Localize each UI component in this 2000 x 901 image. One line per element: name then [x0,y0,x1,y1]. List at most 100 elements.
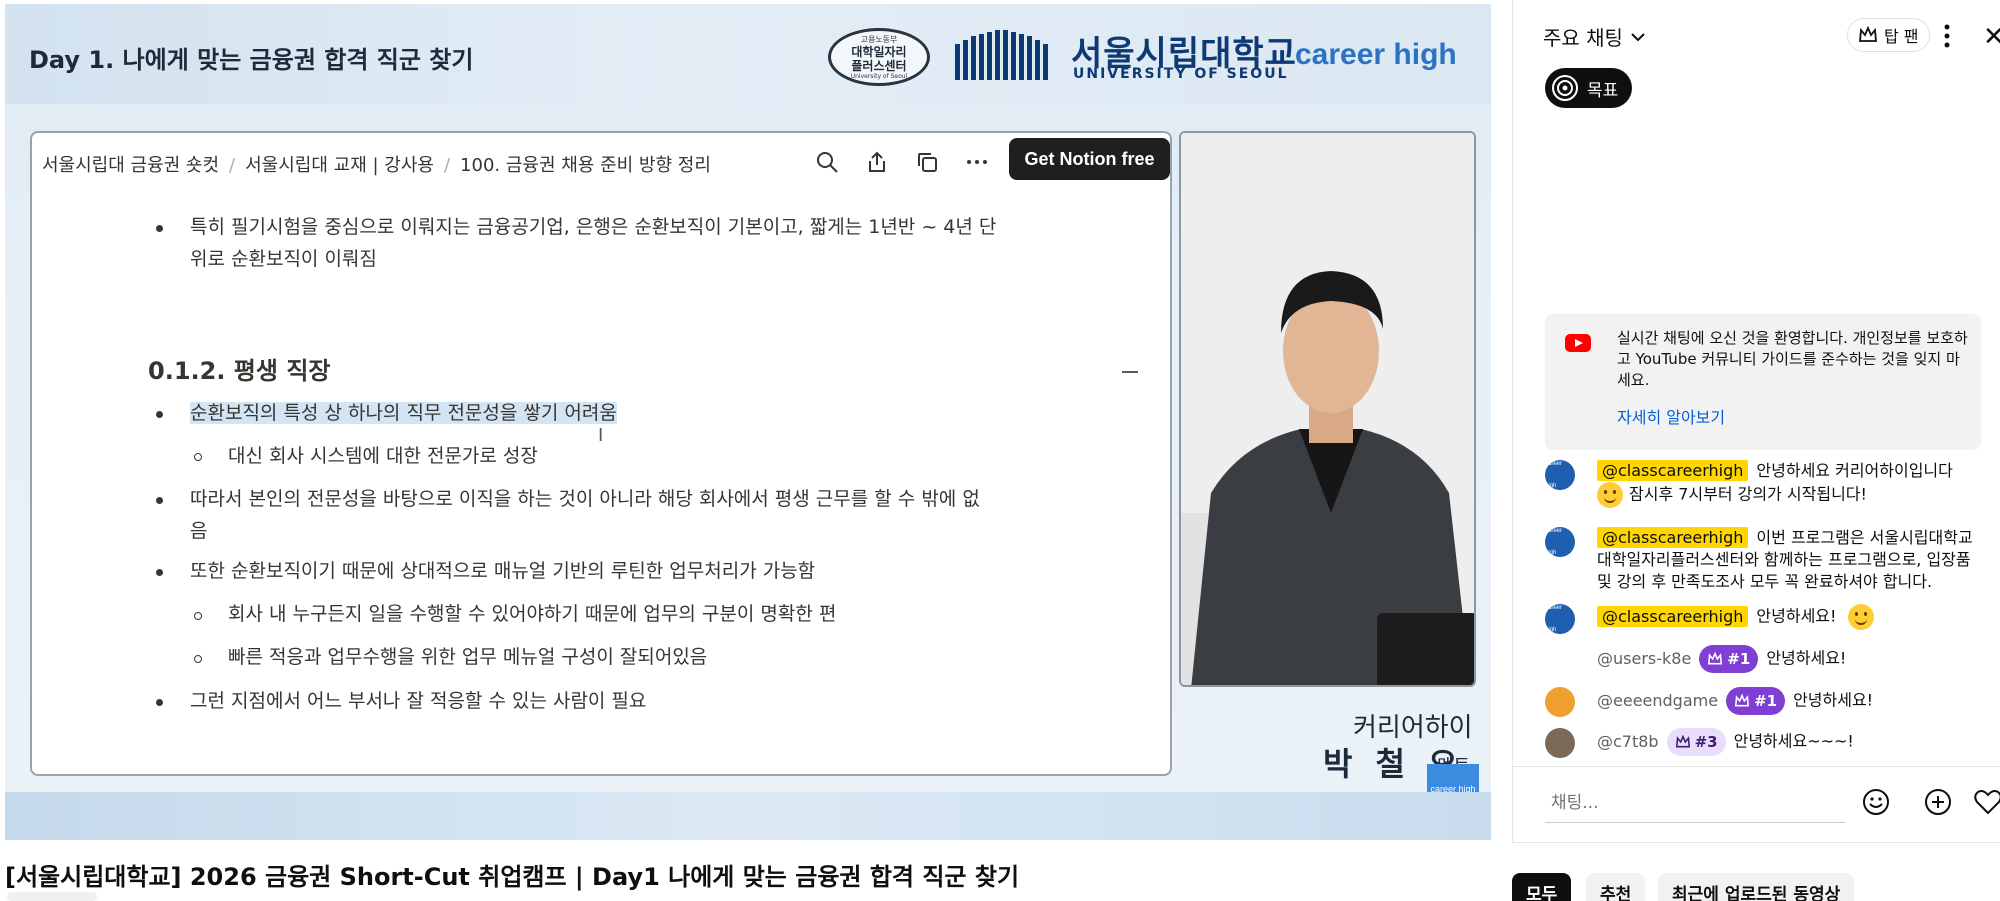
top-fan-rank-badge: #1 [1699,645,1759,673]
top-fan-label: 탑 팬 [1884,27,1919,46]
message-text: 안녕하세요~~~! [1733,731,1854,751]
tab-all[interactable]: 모두 [1512,873,1572,901]
breadcrumb-item[interactable]: 서울시립대 금융권 숏컷 [42,155,219,176]
breadcrumb-separator: / [443,155,451,176]
seal-line-1: 대학일자리 [851,45,907,59]
search-icon[interactable] [810,145,844,179]
bullet-marker [156,225,163,232]
sub-bullet-text: 회사 내 누구든지 일을 수행할 수 있어야하기 때문에 업무의 구분이 명확한… [228,603,837,625]
career-center-seal: 고용노동부 대학일자리 플러스센터 University of Seoul [828,28,930,86]
welcome-text: 실시간 채팅에 오신 것을 환영합니다. 개인정보를 보호하고 YouTube … [1617,329,1968,389]
author-name[interactable]: @eeeendgame [1597,691,1718,710]
banner-title: Day 1. 나에게 맞는 금융권 합격 직군 찾기 [29,46,474,74]
video-banner: Day 1. 나에게 맞는 금융권 합격 직군 찾기 고용노동부 대학일자리 플러… [5,4,1491,104]
crown-icon [1734,694,1750,707]
chat-input-bar [1513,766,2000,843]
chat-mode-dropdown[interactable]: 주요 채팅 [1543,22,1647,51]
duplicate-icon[interactable] [910,145,944,179]
smile-emoji-icon [1847,604,1874,630]
crown-icon [1708,652,1723,665]
author-name[interactable]: @users-k8e [1597,649,1691,668]
share-icon[interactable] [860,145,894,179]
top-fan-rank-badge: #3 [1666,728,1726,756]
presenter-camera [1179,131,1476,687]
message-body: @c7t8b #3 안녕하세요~~~! [1597,728,1985,756]
author-name[interactable]: @c7t8b [1597,732,1659,751]
avatar[interactable]: career high [1545,460,1575,490]
bullet-text-4: 또한 순환보직이기 때문에 상대적으로 매뉴얼 기반의 루틴한 업무처리가 가능… [190,560,816,582]
welcome-banner: 실시간 채팅에 오신 것을 환영합니다. 개인정보를 보호하고 YouTube … [1545,314,1981,450]
section-heading: 0.1.2. 평생 직장 [148,357,331,385]
close-icon[interactable]: ✕ [1983,22,2000,52]
sub-bullet-marker [194,655,202,663]
bullet-marker [156,699,163,706]
text-cursor-icon: I [598,425,604,446]
breadcrumb: 서울시립대 금융권 숏컷 / 서울시립대 교재 | 강사용 / 100. 금융권 채용 … [42,151,711,177]
message-body: @classcareerhigh 안녕하세요 커리어하이입니다 잠시후 7시부터 … [1597,460,1985,508]
video-meta-chip[interactable] [7,892,97,901]
goal-label: 목표 [1587,80,1619,101]
chat-input[interactable] [1545,783,1845,823]
highlighted-text: 순환보직의 특성 상 하나의 직무 전문성을 쌓기 어려움 [190,402,617,424]
message-body: @classcareerhigh 안녕하세요! [1597,604,1985,630]
bullet-text-line: 따라서 본인의 전문성을 바탕으로 이직을 하는 것이 아니라 해당 회사에서 … [190,488,980,510]
bullet-text-5: 그런 지점에서 어느 부서나 잘 적응할 수 있는 사람이 필요 [190,690,647,712]
goal-chip[interactable]: 목표 [1545,68,1633,108]
smile-emoji-icon [1597,482,1623,508]
bullet-text-1: 특히 필기시험을 중심으로 이뤄지는 금융공기업, 은행은 순환보직이 기본이고… [190,211,996,275]
learn-more-link[interactable]: 자세히 알아보기 [1617,404,1725,428]
message-text: 안녕하세요! [1793,690,1874,710]
presenter-figure [1181,133,1474,685]
youtube-icon [1565,334,1591,352]
message-text: 잠시후 7시부터 강의가 시작됩니다! [1629,484,1867,504]
seal-top-text: 고용노동부 [860,35,898,44]
careerhigh-logo: career high [1295,38,1457,71]
emoji-icon[interactable] [1859,785,1893,819]
top-fan-button[interactable]: 탑 팬 [1847,18,1930,52]
heart-icon[interactable] [1971,785,2000,819]
message-body: @classcareerhigh 이번 프로그램은 서울시립대학교 대학일자리플러… [1597,527,1985,593]
tab-recently-uploaded[interactable]: 최근에 업로드된 동영상 [1658,873,1855,901]
top-fan-rank-badge: #1 [1726,687,1786,715]
breadcrumb-separator: / [229,155,236,176]
avatar[interactable] [1545,687,1575,717]
rank-number: #1 [1754,692,1778,710]
bullet-text-3: 따라서 본인의 전문성을 바탕으로 이직을 하는 것이 아니라 해당 회사에서 … [190,483,980,547]
bullet-marker [156,497,163,504]
notion-window: 서울시립대 금융권 숏컷 / 서울시립대 교재 | 강사용 / 100. 금융권 채용 … [30,131,1172,776]
sub-bullet-marker [194,612,202,620]
crown-icon [1859,26,1877,42]
breadcrumb-item[interactable]: 100. 금융권 채용 준비 방향 정리 [460,155,711,176]
bullet-marker [156,411,163,418]
add-icon[interactable] [1921,785,1955,819]
avatar[interactable] [1545,728,1575,758]
owner-author-badge[interactable]: @classcareerhigh [1597,527,1749,548]
message-text: 안녕하세요! [1756,606,1837,626]
collapse-minus-icon[interactable] [1122,371,1138,373]
tab-recommended[interactable]: 추천 [1586,873,1646,901]
rank-number: #1 [1727,650,1751,668]
seal-bottom-text: University of Seoul [850,73,908,80]
kebab-menu-icon[interactable] [1937,22,1957,50]
seal-main-text: 대학일자리 플러스센터 [831,45,927,73]
more-options-icon[interactable] [960,145,994,179]
avatar[interactable]: career high [1545,604,1575,634]
chevron-down-icon [1631,32,1645,41]
owner-author-badge[interactable]: @classcareerhigh [1597,605,1749,627]
university-logo-icon [955,30,1048,80]
bullet-text-line: 음 [190,520,208,542]
message-text: 안녕하세요! [1766,648,1847,668]
breadcrumb-item[interactable]: 서울시립대 교재 | 강사용 [245,155,434,176]
crown-icon [1675,735,1690,748]
get-notion-free-button[interactable]: Get Notion free [1009,138,1170,180]
owner-author-badge[interactable]: @classcareerhigh [1597,460,1749,481]
university-name-en: UNIVERSITY OF SEOUL [1073,66,1289,82]
seal-line-2: 플러스센터 [851,59,907,73]
sub-bullet-text: 대신 회사 시스템에 대한 전문가로 성장 [228,445,538,467]
live-chat-panel: 주요 채팅 탑 팬 ✕ 목표 실시간 채팅에 오신 것을 환영합니다. 개인정보… [1512,0,2000,843]
avatar[interactable]: career high [1545,527,1575,557]
video-player[interactable]: Day 1. 나에게 맞는 금융권 합격 직군 찾기 고용노동부 대학일자리 플러… [5,4,1491,840]
rank-number: #3 [1694,733,1718,751]
bullet-text-line: 특히 필기시험을 중심으로 이뤄지는 금융공기업, 은행은 순환보직이 기본이고… [190,216,997,238]
message-body: @eeeendgame #1 안녕하세요! [1597,687,1985,715]
